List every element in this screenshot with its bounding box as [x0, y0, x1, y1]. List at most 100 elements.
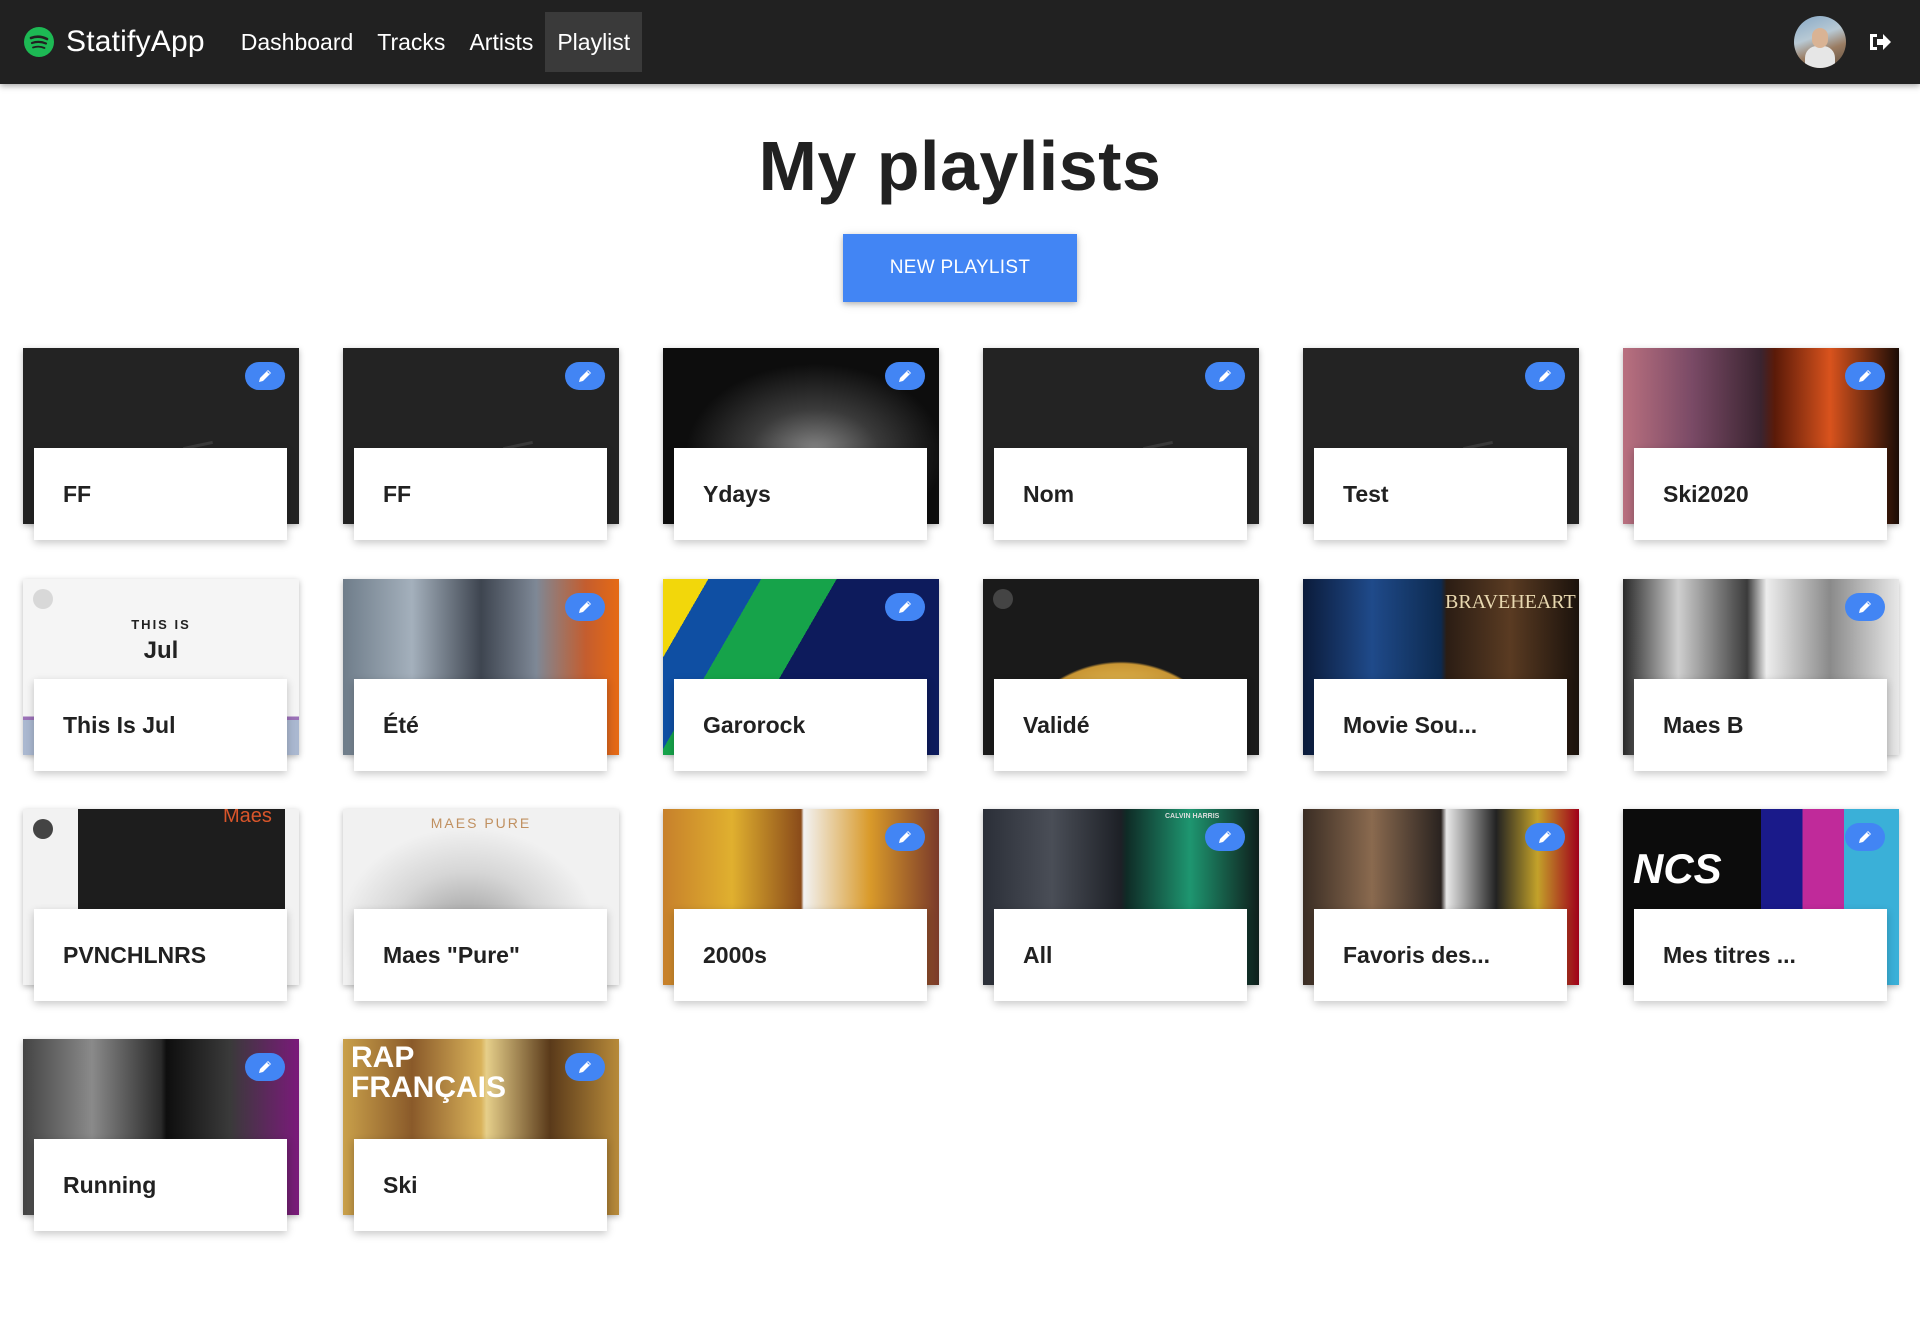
navbar: StatifyApp Dashboard Tracks Artists Play…: [0, 0, 1920, 84]
edit-pencil-icon[interactable]: [245, 1053, 285, 1081]
playlist-card[interactable]: Validé: [983, 579, 1259, 771]
playlist-card[interactable]: CALVIN HARRIS All: [983, 809, 1259, 1001]
playlist-name: FF: [383, 480, 412, 507]
playlist-title-panel: Movie Sou...: [1314, 679, 1567, 771]
playlist-title-panel: FF: [34, 448, 287, 540]
cover-text: RAP FRANÇAIS: [351, 1041, 506, 1104]
playlist-name: Garorock: [703, 711, 806, 738]
nav-artists[interactable]: Artists: [457, 12, 545, 72]
avatar[interactable]: [1794, 16, 1846, 68]
playlist-card[interactable]: RAP FRANÇAIS Ski: [343, 1039, 619, 1231]
edit-pencil-icon[interactable]: [565, 593, 605, 621]
playlist-card[interactable]: Nom: [983, 348, 1259, 540]
edit-pencil-icon[interactable]: [885, 362, 925, 390]
new-playlist-button[interactable]: NEW PLAYLIST: [843, 234, 1077, 302]
playlist-card[interactable]: Maes B: [1623, 579, 1899, 771]
playlist-name: Ski: [383, 1171, 418, 1198]
playlist-card[interactable]: Ydays: [663, 348, 939, 540]
playlist-card[interactable]: THIS IS Jul This Is Jul: [23, 579, 299, 771]
playlist-title-panel: Garorock: [674, 679, 927, 771]
playlist-card[interactable]: Favoris des...: [1303, 809, 1579, 1001]
playlist-card[interactable]: Garorock: [663, 579, 939, 771]
playlist-title-panel: Nom: [994, 448, 1247, 540]
playlist-name: Ski2020: [1663, 480, 1749, 507]
cover-text: Jul: [143, 637, 179, 664]
playlist-name: Nom: [1023, 480, 1075, 507]
playlist-name: Mes titres ...: [1663, 941, 1796, 968]
edit-pencil-icon[interactable]: [1205, 362, 1245, 390]
playlist-card[interactable]: BRAVEHEART Movie Sou...: [1303, 579, 1579, 771]
playlist-name: Favoris des...: [1343, 941, 1491, 968]
playlist-card[interactable]: FF: [343, 348, 619, 540]
playlist-card[interactable]: MAES PURE Maes "Pure": [343, 809, 619, 1001]
playlist-name: Ydays: [703, 480, 771, 507]
edit-pencil-icon[interactable]: [565, 1053, 605, 1081]
edit-pencil-icon[interactable]: [1525, 823, 1565, 851]
edit-pencil-icon[interactable]: [1845, 823, 1885, 851]
playlist-title-panel: Été: [354, 679, 607, 771]
cover-text: CALVIN HARRIS: [1165, 813, 1220, 820]
playlist-title-panel: All: [994, 909, 1247, 1001]
playlist-title-panel: Test: [1314, 448, 1567, 540]
playlist-name: This Is Jul: [63, 711, 176, 738]
cover-text: BRAVEHEART: [1445, 591, 1576, 613]
playlist-card[interactable]: FF: [23, 348, 299, 540]
edit-pencil-icon[interactable]: [565, 362, 605, 390]
playlist-name: 2000s: [703, 941, 767, 968]
playlist-card[interactable]: Test: [1303, 348, 1579, 540]
nav-tracks[interactable]: Tracks: [365, 12, 457, 72]
playlist-title-panel: Maes B: [1634, 679, 1887, 771]
spotify-mark-icon: [33, 589, 53, 609]
playlist-name: Validé: [1023, 711, 1090, 738]
playlist-title-panel: Ydays: [674, 448, 927, 540]
spotify-logo-icon: [24, 27, 54, 57]
nav-menu: Dashboard Tracks Artists Playlist: [229, 12, 643, 72]
edit-pencil-icon[interactable]: [885, 593, 925, 621]
playlist-name: PVNCHLNRS: [63, 941, 207, 968]
playlist-card[interactable]: 2000s: [663, 809, 939, 1001]
brand-name: StatifyApp: [66, 25, 205, 58]
spotify-mark-icon: [33, 819, 53, 839]
playlist-title-panel: Maes "Pure": [354, 909, 607, 1001]
cover-text: Maes: [223, 809, 272, 827]
playlist-name: All: [1023, 941, 1053, 968]
nav-user-area: [1794, 16, 1892, 68]
brand-link[interactable]: StatifyApp: [24, 25, 205, 59]
playlist-card[interactable]: Maes PVNCHLNRS: [23, 809, 299, 1001]
cover-text: NCS: [1633, 845, 1722, 892]
playlist-card[interactable]: Running: [23, 1039, 299, 1231]
edit-pencil-icon[interactable]: [885, 823, 925, 851]
edit-pencil-icon[interactable]: [1525, 362, 1565, 390]
page-title: My playlists: [758, 127, 1162, 205]
playlist-title-panel: This Is Jul: [34, 679, 287, 771]
playlist-title-panel: PVNCHLNRS: [34, 909, 287, 1001]
playlist-title-panel: Running: [34, 1139, 287, 1231]
edit-pencil-icon[interactable]: [1205, 823, 1245, 851]
playlist-title-panel: 2000s: [674, 909, 927, 1001]
nav-dashboard[interactable]: Dashboard: [229, 12, 366, 72]
playlist-name: FF: [63, 480, 92, 507]
playlist-name: Running: [63, 1171, 157, 1198]
playlist-title-panel: Favoris des...: [1314, 909, 1567, 1001]
playlist-card[interactable]: Été: [343, 579, 619, 771]
edit-pencil-icon[interactable]: [1845, 593, 1885, 621]
playlist-card[interactable]: Ski2020: [1623, 348, 1899, 540]
spotify-mark-icon: [993, 589, 1013, 609]
cover-text: THIS IS: [131, 617, 191, 632]
playlist-title-panel: Mes titres ...: [1634, 909, 1887, 1001]
playlist-name: Movie Sou...: [1343, 711, 1478, 738]
playlist-title-panel: Ski2020: [1634, 448, 1887, 540]
playlist-name: Maes "Pure": [383, 941, 520, 968]
sign-out-icon[interactable]: [1866, 29, 1892, 55]
playlist-name: Maes B: [1663, 711, 1744, 738]
playlist-name: Test: [1343, 480, 1389, 507]
playlist-title-panel: Validé: [994, 679, 1247, 771]
playlist-name: Été: [383, 711, 419, 738]
cover-text: MAES PURE: [430, 815, 532, 831]
playlist-title-panel: Ski: [354, 1139, 607, 1231]
playlist-title-panel: FF: [354, 448, 607, 540]
edit-pencil-icon[interactable]: [1845, 362, 1885, 390]
nav-playlist[interactable]: Playlist: [545, 12, 643, 72]
playlist-card[interactable]: NCS Mes titres ...: [1623, 809, 1899, 1001]
edit-pencil-icon[interactable]: [245, 362, 285, 390]
